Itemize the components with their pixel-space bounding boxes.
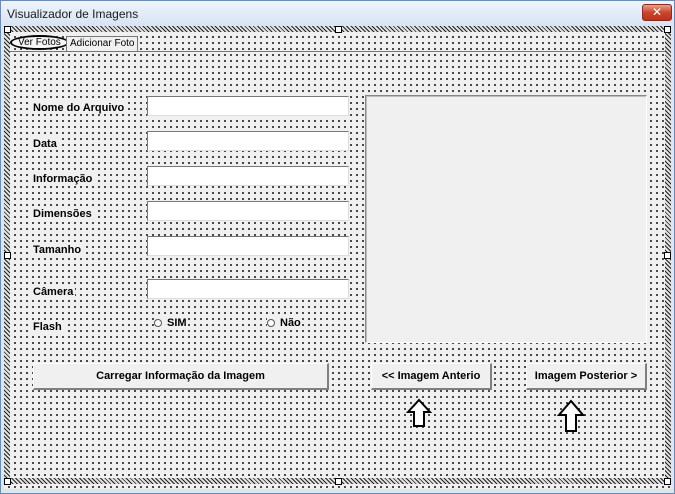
field-label-dimensoes: Dimensões <box>31 208 94 220</box>
close-icon: ✕ <box>651 5 663 19</box>
radio-button-icon <box>154 319 162 327</box>
informacao-field[interactable] <box>147 166 349 186</box>
flash-option-sim[interactable]: SIM <box>154 317 187 329</box>
field-label-data: Data <box>31 138 59 150</box>
previous-image-button[interactable]: << Imagem Anterio <box>371 363 492 390</box>
nome-do-arquivo-field[interactable] <box>147 96 349 116</box>
resize-handle[interactable] <box>335 478 342 485</box>
field-label-informacao: Informação <box>31 173 95 185</box>
load-info-button[interactable]: Carregar Informação da Imagem <box>33 363 329 390</box>
radio-label: Não <box>280 317 301 329</box>
close-button[interactable]: ✕ <box>642 4 672 21</box>
resize-handle[interactable] <box>4 26 11 33</box>
flash-option-nao[interactable]: Não <box>267 317 301 329</box>
up-arrow-icon <box>557 399 585 432</box>
tab-ver-fotos[interactable]: Ver Fotos <box>10 35 69 50</box>
field-label-camera: Câmera <box>31 286 76 298</box>
next-image-button[interactable]: Imagem Posterior > <box>526 363 647 390</box>
resize-handle[interactable] <box>664 26 671 33</box>
window-title: Visualizador de Imagens <box>7 7 139 21</box>
dimensoes-field[interactable] <box>147 201 349 221</box>
resize-handle[interactable] <box>664 478 671 485</box>
radio-button-icon <box>267 319 275 327</box>
radio-label: SIM <box>167 317 187 329</box>
field-label-flash: Flash <box>31 321 64 333</box>
up-arrow-icon <box>406 398 432 427</box>
camera-field[interactable] <box>147 279 349 299</box>
image-preview-frame <box>365 95 647 343</box>
field-label-nome-do-arquivo: Nome do Arquivo <box>31 102 127 114</box>
data-field[interactable] <box>147 131 349 151</box>
resize-handle[interactable] <box>4 478 11 485</box>
title-bar: Visualizador de Imagens ✕ <box>1 1 674 27</box>
tab-adicionar-foto[interactable]: Adicionar Foto <box>66 36 139 51</box>
resize-handle[interactable] <box>335 26 342 33</box>
resize-handle[interactable] <box>664 252 671 259</box>
field-label-tamanho: Tamanho <box>31 244 84 256</box>
tamanho-field[interactable] <box>147 236 349 256</box>
